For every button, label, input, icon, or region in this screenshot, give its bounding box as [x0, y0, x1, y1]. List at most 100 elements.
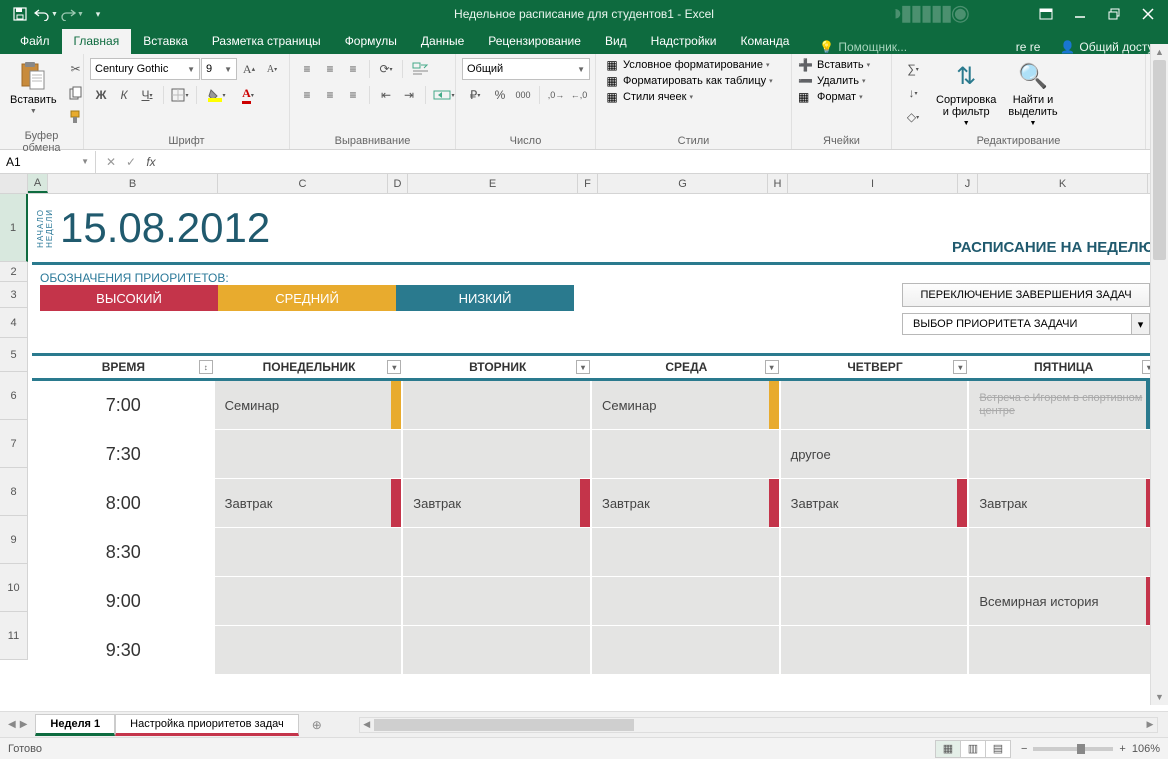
col-header[interactable]: H	[768, 174, 788, 193]
new-sheet-icon[interactable]: ⊕	[305, 718, 329, 732]
fill-color-icon[interactable]: ▾	[202, 84, 232, 106]
row-header[interactable]: 7	[0, 420, 28, 468]
zoom-out-icon[interactable]: −	[1021, 743, 1027, 755]
bold-button[interactable]: Ж	[90, 84, 112, 106]
tab-formulas[interactable]: Формулы	[333, 29, 409, 54]
tab-addons[interactable]: Надстройки	[639, 29, 729, 54]
column-day[interactable]: СРЕДА▾	[592, 356, 781, 378]
schedule-cell[interactable]	[215, 626, 402, 674]
col-header[interactable]: F	[578, 174, 598, 193]
sheet-tab[interactable]: Неделя 1	[35, 714, 115, 736]
col-header[interactable]: I	[788, 174, 958, 193]
schedule-cell[interactable]	[969, 528, 1156, 576]
time-cell[interactable]: 7:00	[32, 381, 215, 429]
redo-icon[interactable]: ▼	[60, 3, 84, 25]
filter-icon[interactable]: ▾	[387, 360, 401, 374]
schedule-cell[interactable]: Семинар	[215, 381, 402, 429]
normal-view-icon[interactable]: ▦	[935, 740, 961, 758]
time-cell[interactable]: 8:30	[32, 528, 215, 576]
italic-button[interactable]: К	[113, 84, 135, 106]
toggle-completion-button[interactable]: ПЕРЕКЛЮЧЕНИЕ ЗАВЕРШЕНИЯ ЗАДАЧ	[902, 283, 1150, 307]
tab-data[interactable]: Данные	[409, 29, 476, 54]
worksheet[interactable]: 1 2 3 4 5 6 7 8 9 10 11 НАЧАЛО НЕДЕЛИ 15…	[0, 194, 1168, 710]
scroll-right-icon[interactable]: ▶	[1143, 718, 1157, 732]
clear-icon[interactable]: ◇▾	[898, 106, 928, 128]
zoom-in-icon[interactable]: +	[1119, 743, 1125, 755]
scroll-down-icon[interactable]: ▼	[1151, 689, 1168, 705]
time-cell[interactable]: 8:00	[32, 479, 215, 527]
qat-customize-icon[interactable]: ▾	[86, 3, 110, 25]
schedule-cell[interactable]: Завтрак	[781, 479, 968, 527]
cancel-formula-icon[interactable]: ✕	[102, 155, 120, 169]
number-format-combo[interactable]: Общий▼	[462, 58, 590, 80]
schedule-cell[interactable]	[969, 430, 1156, 478]
select-all-corner[interactable]	[0, 174, 28, 193]
row-header[interactable]: 10	[0, 564, 28, 612]
font-color-icon[interactable]: А▾	[233, 84, 263, 106]
increase-decimal-icon[interactable]: ,0→	[545, 84, 567, 106]
week-start-date[interactable]: 15.08.2012	[60, 204, 270, 252]
user-name[interactable]: re re	[1016, 40, 1041, 54]
conditional-formatting-button[interactable]: ▦Условное форматирование▾	[602, 58, 769, 72]
schedule-cell[interactable]: Всемирная история	[969, 577, 1156, 625]
sheet-nav-next-icon[interactable]: ▶	[20, 719, 28, 730]
column-day[interactable]: ВТОРНИК▾	[403, 356, 592, 378]
sort-filter-button[interactable]: ⇅ Сортировка и фильтр▼	[932, 58, 1000, 129]
column-time[interactable]: ВРЕМЯ↕	[32, 356, 215, 378]
row-header[interactable]: 5	[0, 338, 28, 372]
tab-page-layout[interactable]: Разметка страницы	[200, 29, 333, 54]
decrease-indent-icon[interactable]: ⇤	[375, 84, 397, 106]
schedule-cell[interactable]	[781, 381, 968, 429]
tab-review[interactable]: Рецензирование	[476, 29, 593, 54]
align-top-icon[interactable]: ≡	[296, 58, 318, 80]
scroll-thumb[interactable]	[374, 719, 634, 731]
schedule-cell[interactable]	[403, 577, 590, 625]
find-select-button[interactable]: 🔍 Найти и выделить▼	[1004, 58, 1061, 129]
col-header[interactable]: A	[28, 174, 48, 193]
column-day[interactable]: ЧЕТВЕРГ▾	[781, 356, 970, 378]
font-name-combo[interactable]: Century Gothic▼	[90, 58, 200, 80]
accounting-format-icon[interactable]: ₽▾	[462, 84, 488, 106]
priority-select[interactable]: ВЫБОР ПРИОРИТЕТА ЗАДАЧИ▾	[902, 313, 1150, 335]
align-center-icon[interactable]: ≡	[319, 84, 341, 106]
wrap-text-icon[interactable]	[408, 58, 434, 80]
schedule-cell[interactable]	[215, 430, 402, 478]
schedule-cell[interactable]: Встреча с Игорем в спортивном центре	[969, 381, 1156, 429]
percent-format-icon[interactable]: %	[489, 84, 511, 106]
row-header[interactable]: 8	[0, 468, 28, 516]
col-header[interactable]: C	[218, 174, 388, 193]
schedule-cell[interactable]: Семинар	[592, 381, 779, 429]
sheet-nav-prev-icon[interactable]: ◀	[8, 719, 16, 730]
align-bottom-icon[interactable]: ≡	[342, 58, 364, 80]
align-middle-icon[interactable]: ≡	[319, 58, 341, 80]
schedule-cell[interactable]	[592, 430, 779, 478]
schedule-cell[interactable]: Завтрак	[969, 479, 1156, 527]
schedule-cell[interactable]: Завтрак	[592, 479, 779, 527]
delete-cells-button[interactable]: ➖Удалить▾	[798, 74, 866, 88]
schedule-cell[interactable]	[403, 626, 590, 674]
page-layout-view-icon[interactable]: ▥	[960, 740, 986, 758]
formula-input[interactable]	[166, 151, 1150, 173]
align-right-icon[interactable]: ≡	[342, 84, 364, 106]
tab-team[interactable]: Команда	[729, 29, 802, 54]
row-header[interactable]: 3	[0, 282, 28, 308]
time-cell[interactable]: 9:00	[32, 577, 215, 625]
row-header[interactable]: 2	[0, 262, 28, 282]
filter-icon[interactable]: ↕	[199, 360, 213, 374]
scroll-thumb[interactable]	[1153, 60, 1166, 260]
row-header[interactable]: 1	[0, 194, 28, 262]
schedule-cell[interactable]	[215, 577, 402, 625]
tab-file[interactable]: Файл	[8, 29, 62, 54]
undo-icon[interactable]: ▼	[34, 3, 58, 25]
schedule-cell[interactable]	[403, 381, 590, 429]
row-header[interactable]: 6	[0, 372, 28, 420]
fx-icon[interactable]: fx	[142, 155, 160, 169]
tell-me-search[interactable]: 💡 Помощник...	[819, 40, 907, 54]
schedule-cell[interactable]	[592, 577, 779, 625]
comma-format-icon[interactable]: 000	[512, 84, 534, 106]
column-day[interactable]: ПЯТНИЦА▾▾	[969, 356, 1158, 378]
filter-icon[interactable]: ▾	[953, 360, 967, 374]
orientation-icon[interactable]: ⟳▾	[375, 58, 397, 80]
schedule-cell[interactable]: Завтрак	[215, 479, 402, 527]
schedule-cell[interactable]	[969, 626, 1156, 674]
